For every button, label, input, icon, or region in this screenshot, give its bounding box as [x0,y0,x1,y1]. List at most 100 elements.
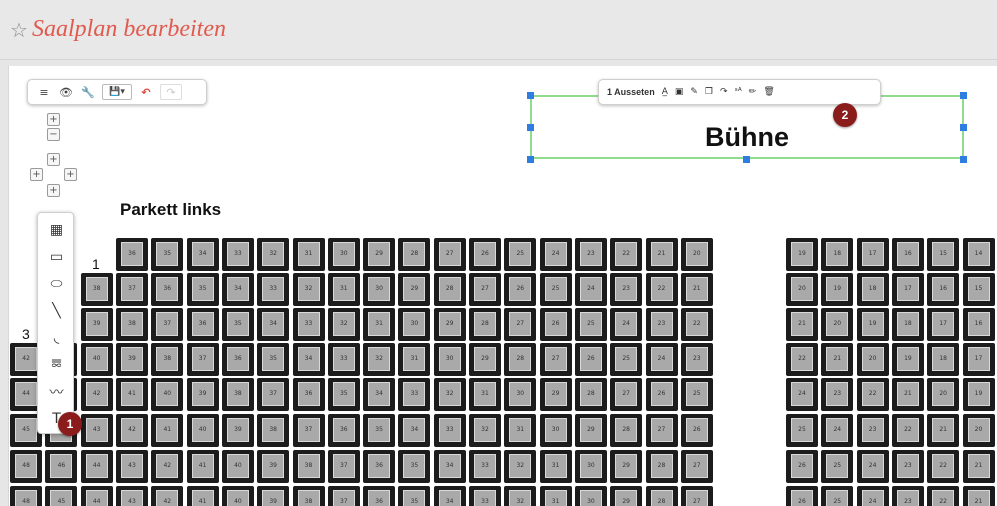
seat[interactable]: 31 [363,308,396,341]
seat[interactable]: 39 [221,414,254,447]
seat[interactable]: 24 [821,414,854,447]
seat[interactable]: 37 [186,343,219,376]
seat[interactable]: 24 [539,238,572,271]
seat[interactable]: 33 [292,308,325,341]
seat[interactable]: 34 [257,308,290,341]
line-tool-icon[interactable]: ╲ [38,299,75,323]
seat[interactable]: 33 [398,378,431,411]
seat[interactable]: 27 [504,308,537,341]
seat[interactable]: 30 [574,486,607,506]
seat[interactable]: 20 [821,308,854,341]
seat[interactable]: 42 [151,450,184,483]
seat[interactable]: 34 [398,414,431,447]
seat[interactable]: 25 [610,343,643,376]
seat[interactable]: 28 [645,486,678,506]
seat[interactable]: 26 [504,273,537,306]
seat[interactable]: 26 [539,308,572,341]
seat[interactable]: 36 [327,414,360,447]
seat[interactable]: 32 [504,486,537,506]
seat[interactable]: 28 [574,378,607,411]
seat[interactable]: 20 [962,414,995,447]
seat[interactable]: 15 [962,273,995,306]
seat[interactable]: 21 [891,378,924,411]
seat[interactable]: 40 [151,378,184,411]
seat[interactable]: 33 [469,450,501,483]
seat[interactable]: 16 [962,308,995,341]
seat[interactable]: 40 [221,450,254,483]
seat[interactable]: 32 [257,238,290,271]
seat[interactable]: 35 [221,308,254,341]
seat[interactable]: 37 [257,378,290,411]
seat[interactable]: 35 [363,414,396,447]
resize-handle[interactable] [527,92,534,99]
seat[interactable]: 33 [327,343,360,376]
seat[interactable]: 36 [363,450,396,483]
seat[interactable]: 21 [962,486,995,506]
seat[interactable]: 31 [398,343,431,376]
seat[interactable]: 32 [363,343,396,376]
seat[interactable]: 30 [574,450,607,483]
seat[interactable]: 16 [927,273,960,306]
seat[interactable]: 23 [821,378,854,411]
seat[interactable]: 28 [469,308,501,341]
seat[interactable]: 37 [327,486,360,506]
seat[interactable]: 29 [433,308,466,341]
seat[interactable]: 30 [504,378,537,411]
seat[interactable]: 45 [45,486,78,506]
seat[interactable]: 31 [327,273,360,306]
seat[interactable]: 21 [821,343,854,376]
seat[interactable]: 26 [786,486,818,506]
seat[interactable]: 32 [327,308,360,341]
seat[interactable]: 35 [186,273,219,306]
seat-block-tool-icon[interactable]: ▦ [38,218,75,242]
seat[interactable]: 32 [469,414,501,447]
seat[interactable]: 30 [363,273,396,306]
seat[interactable]: 25 [821,450,854,483]
seat[interactable]: 28 [610,414,643,447]
seat[interactable]: 29 [610,450,643,483]
pencil-icon[interactable]: ✏ [749,87,757,97]
seat[interactable]: 22 [680,308,713,341]
seat[interactable]: 20 [856,343,889,376]
save-dropdown-icon[interactable]: 💾▾ [102,84,132,100]
seat[interactable]: 26 [574,343,607,376]
seat[interactable]: 20 [786,273,818,306]
seat[interactable]: 21 [786,308,818,341]
polygon-tool-icon[interactable]: ⯹ [38,353,75,377]
seat[interactable]: 26 [680,414,713,447]
seat[interactable]: 30 [327,238,360,271]
seat[interactable]: 39 [257,450,290,483]
seat[interactable]: 31 [539,486,572,506]
seat[interactable]: 15 [927,238,960,271]
seat[interactable]: 29 [574,414,607,447]
seat[interactable]: 19 [891,343,924,376]
seat[interactable]: 32 [504,450,537,483]
seat[interactable]: 23 [610,273,643,306]
zoom-in-button[interactable]: + [47,113,60,126]
fill-icon[interactable]: ▣ [675,87,684,97]
seat[interactable]: 27 [680,450,713,483]
seat[interactable]: 29 [469,343,501,376]
seat[interactable]: 26 [786,450,818,483]
seat[interactable]: 29 [610,486,643,506]
seat[interactable]: 25 [680,378,713,411]
seat[interactable]: 35 [398,486,431,506]
seat[interactable]: 40 [80,343,113,376]
seat[interactable]: 35 [257,343,290,376]
seat[interactable]: 40 [186,414,219,447]
seat[interactable]: 22 [927,486,960,506]
seat[interactable]: 26 [469,238,501,271]
seat[interactable]: 19 [962,378,995,411]
seat[interactable]: 35 [398,450,431,483]
seat[interactable]: 42 [116,414,148,447]
wrench-icon[interactable]: 🔧 [80,84,96,100]
seat[interactable]: 39 [186,378,219,411]
seat[interactable]: 35 [327,378,360,411]
seat[interactable]: 17 [856,238,889,271]
seat[interactable]: 22 [645,273,678,306]
seat[interactable]: 36 [151,273,184,306]
polyline-tool-icon[interactable]: 〰 [38,380,75,404]
seat[interactable]: 43 [80,414,113,447]
arc-tool-icon[interactable]: ◟ [38,326,75,350]
seat[interactable]: 21 [680,273,713,306]
